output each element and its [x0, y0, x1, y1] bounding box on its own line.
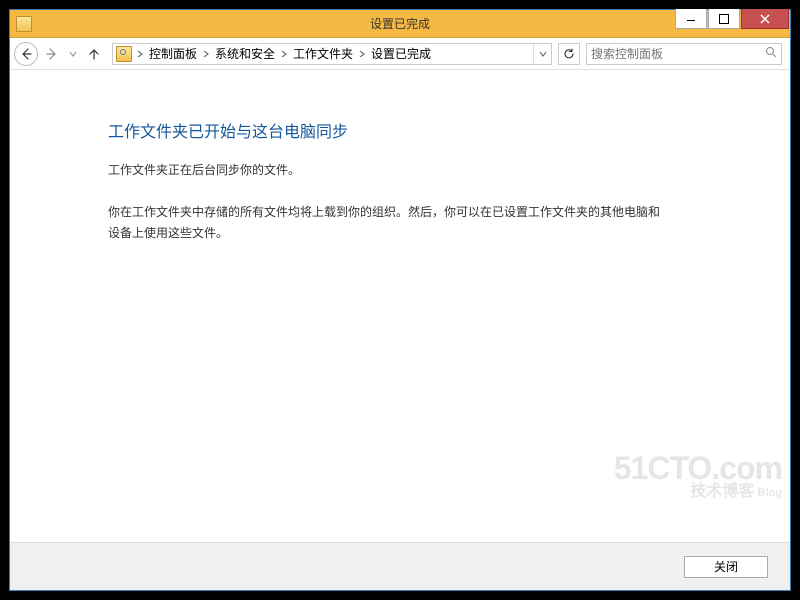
- watermark-text: 技术博客: [690, 483, 754, 500]
- breadcrumb-separator[interactable]: [201, 51, 211, 57]
- refresh-button[interactable]: [558, 43, 580, 65]
- window: 设置已完成 控制面板 系统和安全 工作文件夹: [9, 9, 791, 591]
- watermark-url: 51CTO.com: [614, 452, 782, 484]
- page-heading: 工作文件夹已开始与这台电脑同步: [108, 118, 790, 142]
- content-area: 工作文件夹已开始与这台电脑同步 工作文件夹正在后台同步你的文件。 你在工作文件夹…: [10, 70, 790, 542]
- search-icon[interactable]: [765, 45, 777, 63]
- window-title: 设置已完成: [370, 15, 430, 32]
- address-bar[interactable]: 控制面板 系统和安全 工作文件夹 设置已完成: [112, 43, 552, 65]
- minimize-button[interactable]: [675, 9, 707, 29]
- app-icon: [16, 16, 32, 32]
- address-dropdown[interactable]: [533, 44, 551, 64]
- chevron-down-icon: [69, 50, 77, 58]
- navigation-toolbar: 控制面板 系统和安全 工作文件夹 设置已完成: [10, 38, 790, 70]
- back-button[interactable]: [14, 42, 38, 66]
- forward-arrow-icon: [42, 44, 62, 64]
- breadcrumb-separator[interactable]: [357, 51, 367, 57]
- close-button[interactable]: 关闭: [684, 556, 768, 578]
- search-input[interactable]: [591, 47, 765, 61]
- maximize-button[interactable]: [708, 9, 740, 29]
- breadcrumb-item[interactable]: 设置已完成: [367, 45, 435, 62]
- breadcrumb-item[interactable]: 工作文件夹: [289, 45, 357, 62]
- intro-paragraph: 工作文件夹正在后台同步你的文件。: [108, 160, 668, 180]
- refresh-icon: [563, 48, 575, 60]
- breadcrumb-separator[interactable]: [279, 51, 289, 57]
- folder-icon: [116, 46, 132, 62]
- titlebar[interactable]: 设置已完成: [10, 10, 790, 38]
- close-window-button[interactable]: [741, 9, 789, 29]
- breadcrumb-item[interactable]: 系统和安全: [211, 45, 279, 62]
- breadcrumb-separator[interactable]: [135, 51, 145, 57]
- chevron-down-icon: [539, 50, 547, 58]
- forward-button[interactable]: [40, 42, 64, 66]
- watermark-blog: Blog: [758, 487, 782, 499]
- window-controls: [675, 10, 790, 37]
- up-button[interactable]: [82, 42, 106, 66]
- watermark: 51CTO.com 技术博客 Blog: [614, 452, 782, 500]
- close-icon: [760, 14, 770, 24]
- back-arrow-icon: [16, 44, 36, 64]
- up-arrow-icon: [88, 48, 100, 60]
- breadcrumb-item[interactable]: 控制面板: [145, 45, 201, 62]
- description-paragraph: 你在工作文件夹中存储的所有文件均将上载到你的组织。然后，你可以在已设置工作文件夹…: [108, 202, 668, 243]
- history-dropdown[interactable]: [66, 50, 80, 58]
- footer: 关闭: [10, 542, 790, 590]
- search-box[interactable]: [586, 43, 782, 65]
